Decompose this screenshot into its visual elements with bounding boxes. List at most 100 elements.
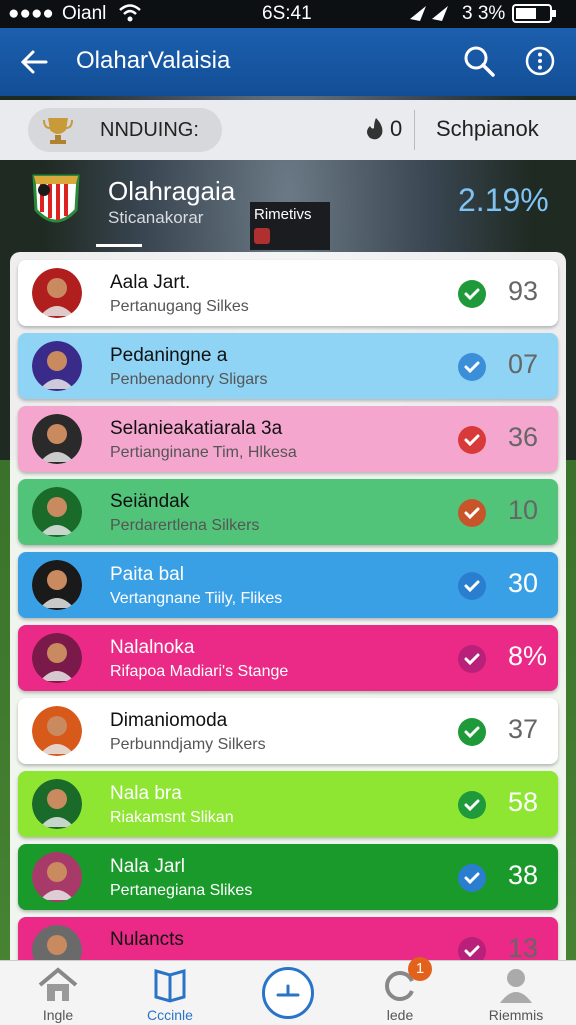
search-icon[interactable] [462,44,496,78]
player-avatar [32,706,82,756]
check-icon[interactable] [458,718,486,746]
player-name: Nulancts [110,929,184,950]
player-name: Pedaningne a [110,345,228,366]
player-description: Pertanegiana Slikes [110,882,253,899]
player-avatar [32,852,82,902]
list-item[interactable]: Nala bra Riakamsnt Slikan 58 [18,771,558,837]
team-subtitle: Sticanakorar [108,208,204,227]
player-name: Paita bal [110,564,184,585]
player-name: Aala Jart. [110,272,191,293]
player-avatar [32,341,82,391]
home-icon [38,967,78,1003]
nav-cards[interactable]: Cccinle [120,961,220,1025]
player-score: 8% [508,641,548,671]
list-item[interactable]: Selanieakatiarala 3a Pertianginane Tim, H… [18,406,558,472]
player-avatar [32,268,82,318]
player-description: Pertanugang Silkes [110,298,249,315]
signal-dots: ●●●● [8,3,54,24]
pill-label: NNDUING: [100,119,199,141]
player-score: 37 [508,714,539,744]
check-icon[interactable] [458,572,486,600]
divider [414,110,415,150]
player-list: Aala Jart. Pertanugang Silkes 93 Pedaningne… [10,252,566,1024]
team-crest-icon [30,170,82,234]
player-name: Selanieakatiarala 3a [110,418,283,439]
count-value: 0 [390,116,403,141]
battery-percent: 3 3% [462,3,506,24]
player-name: Nala Jarl [110,856,185,877]
ranking-tag[interactable]: Rimetivs [250,202,330,250]
player-description: Perdarertlena Silkers [110,517,260,534]
check-icon[interactable] [458,645,486,673]
fire-icon [364,116,388,142]
trophy-icon [42,116,74,146]
player-score: 36 [508,422,539,452]
player-score: 10 [508,495,539,525]
tag-flag-icon [254,228,270,244]
competition-filter-pill[interactable]: NNDUING: [28,108,222,152]
nav-home-label: Ingle [42,1007,74,1023]
player-score: 30 [508,568,539,598]
player-name: Seiändak [110,491,190,512]
battery-icon [512,3,558,31]
bottom-navigation: Ingle Cccinle lede 1 Riemmis [0,957,576,1025]
app-bar: OlaharValaisia [0,28,576,96]
team-name: Olahragaia [108,176,236,206]
list-item[interactable]: Aala Jart. Pertanugang Silkes 93 [18,260,558,326]
nav-news[interactable]: lede [350,961,450,1025]
clock: 6S:41 [262,3,312,24]
player-score: 07 [508,349,539,379]
team-header: Olahragaia Sticanakorar Rimetivs 2.19% [0,160,576,256]
wifi-icon [118,3,142,29]
center-action-button[interactable] [262,967,314,1019]
category-selector[interactable]: Schpianok [436,116,539,142]
player-score: 58 [508,787,539,817]
list-item[interactable]: Nalalnoka Rifapoa Madiari's Stange 8% [18,625,558,691]
player-description: Riakamsnt Slikan [110,809,234,826]
player-description: Vertangnane Tiily, Flikes [110,590,283,607]
list-item[interactable]: Dimaniomoda Perbunndjamy Silkers 37 [18,698,558,764]
player-name: Dimaniomoda [110,710,228,731]
player-description: Rifapoa Madiari's Stange [110,663,289,680]
check-icon[interactable] [458,280,486,308]
location-icon [408,3,454,29]
nav-profile[interactable]: Riemmis [466,961,566,1025]
list-item[interactable]: Nala Jarl Pertanegiana Slikes 38 [18,844,558,910]
player-description: Perbunndjamy Silkers [110,736,266,753]
back-arrow-icon[interactable] [18,46,50,78]
filter-bar: NNDUING: 0 Schpianok [0,100,576,160]
player-name: Nala bra [110,783,182,804]
player-description: Pertianginane Tim, Hlkesa [110,444,297,461]
player-score: 38 [508,860,539,890]
list-item[interactable]: Pedaningne a Penbenadonry Sligars 07 [18,333,558,399]
list-item[interactable]: Paita bal Vertangnane Tiily, Flikes 30 [18,552,558,618]
carrier-label: Oianl [62,3,107,24]
player-avatar [32,633,82,683]
team-percentage: 2.19% [458,182,549,218]
player-avatar [32,487,82,537]
nav-profile-label: Riemmis [488,1007,544,1023]
player-description: Penbenadonry Sligars [110,371,268,388]
player-avatar [32,779,82,829]
player-avatar [32,560,82,610]
profile-icon [496,967,536,1003]
status-bar: ●●●● Oianl 6S:41 3 3% [0,0,576,28]
check-icon[interactable] [458,791,486,819]
player-avatar [32,414,82,464]
player-score: 93 [508,276,539,306]
nav-home[interactable]: Ingle [8,961,108,1025]
page-title: OlaharValaisia [76,47,231,74]
book-icon [150,967,190,1003]
check-icon[interactable] [458,499,486,527]
list-item[interactable]: Seiändak Perdarertlena Silkers 10 [18,479,558,545]
nav-cards-label: Cccinle [147,1007,193,1023]
check-icon[interactable] [458,864,486,892]
check-icon[interactable] [458,353,486,381]
tab-indicator [96,244,142,247]
notification-badge: 1 [408,957,432,981]
more-options-icon[interactable] [524,45,556,77]
player-name: Nalalnoka [110,637,195,658]
check-icon[interactable] [458,426,486,454]
ranking-tag-label: Rimetivs [254,206,312,223]
nav-news-label: lede [386,1007,414,1023]
